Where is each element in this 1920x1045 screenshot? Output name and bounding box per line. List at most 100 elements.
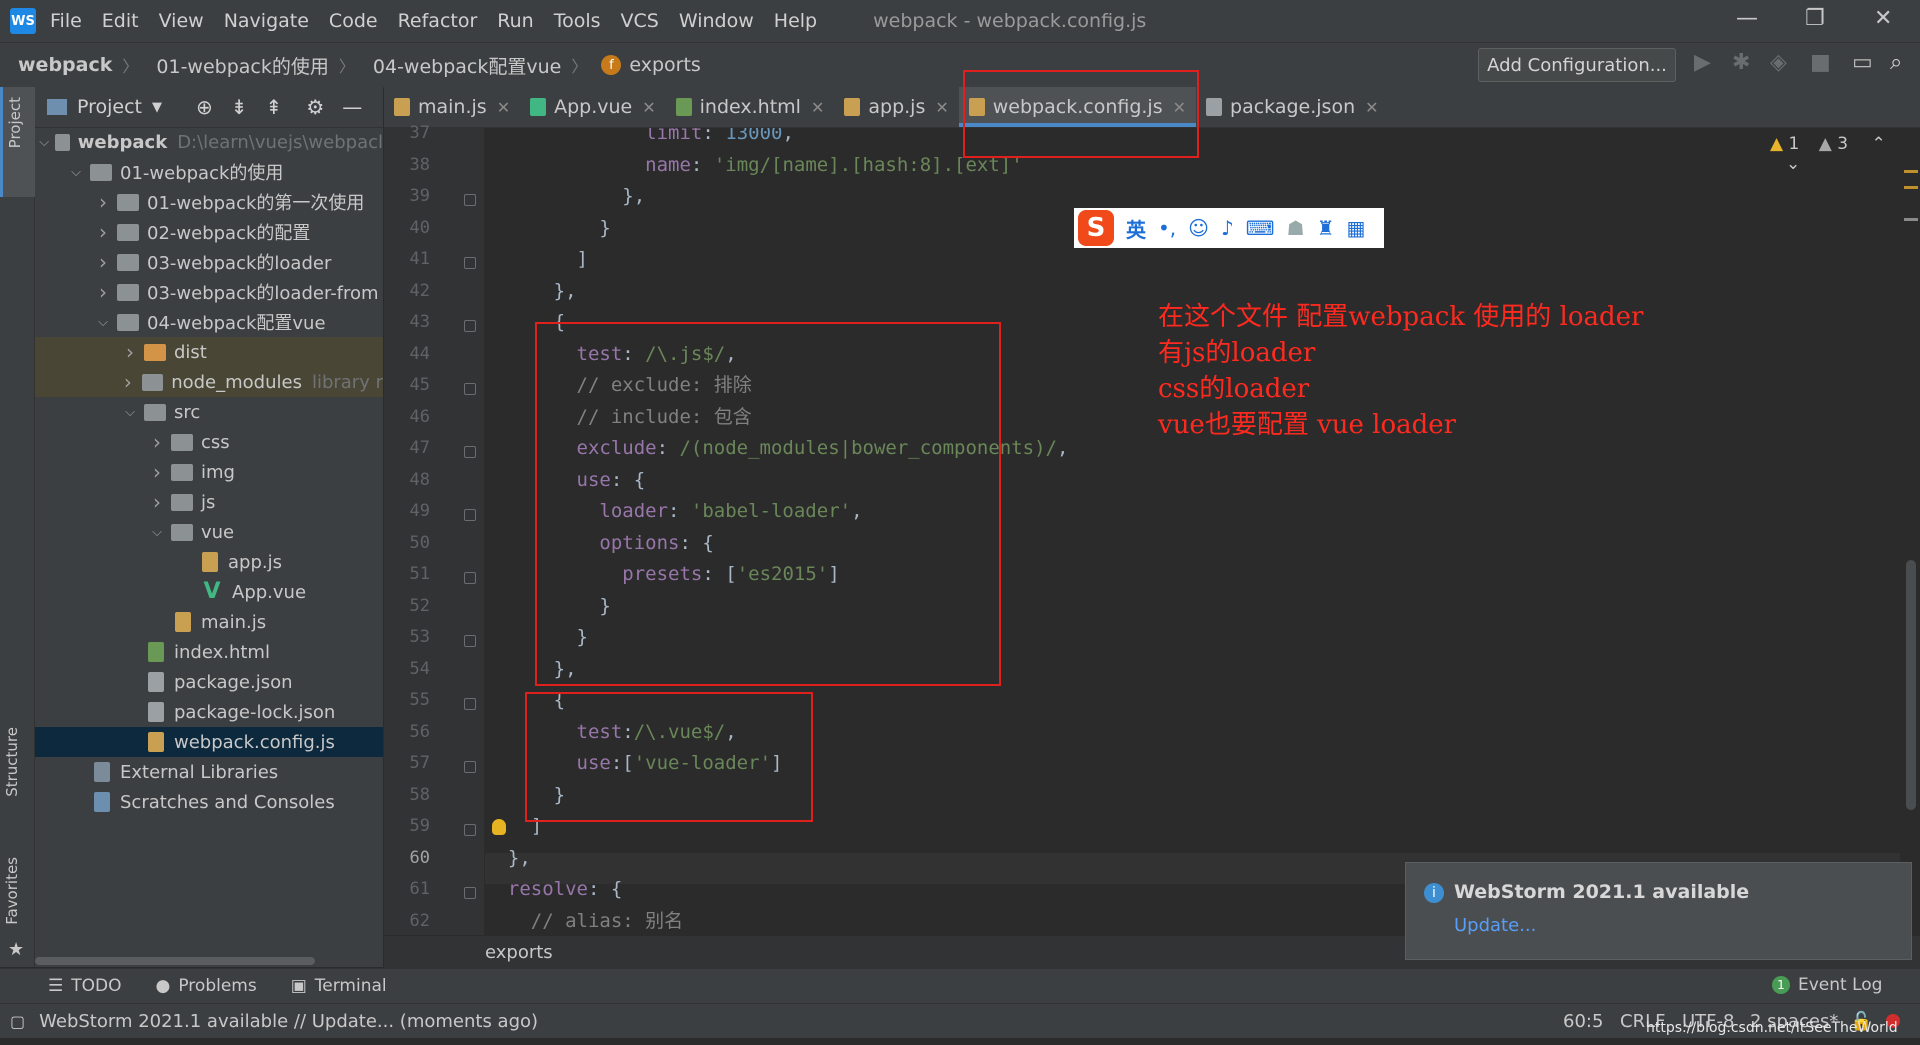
chevron-down-icon[interactable]: ⌵: [95, 315, 111, 330]
editor-tab[interactable]: main.js ✕: [384, 87, 520, 127]
line-number[interactable]: 58: [384, 785, 430, 805]
chevron-up-icon[interactable]: ⌃: [1871, 134, 1885, 154]
tree-item[interactable]: package.json: [35, 667, 383, 697]
restore-icon[interactable]: ❐: [1805, 6, 1825, 31]
tree-item[interactable]: ⌵ webpack D:\learn\vuejs\webpacl: [35, 127, 383, 157]
tree-item[interactable]: package-lock.json: [35, 697, 383, 727]
ime-language[interactable]: 英: [1126, 214, 1146, 243]
close-tab-icon[interactable]: ✕: [935, 98, 948, 117]
chevron-down-icon[interactable]: ⌵: [149, 525, 165, 540]
close-icon[interactable]: ✕: [1874, 6, 1892, 31]
line-number[interactable]: 61: [384, 879, 430, 899]
tree-item[interactable]: External Libraries: [35, 757, 383, 787]
fold-marker-icon[interactable]: [464, 446, 476, 458]
tree-item[interactable]: › 01-webpack的第一次使用: [35, 187, 383, 217]
tree-item[interactable]: › 03-webpack的loader: [35, 247, 383, 277]
line-number[interactable]: 48: [384, 470, 430, 490]
editor-tab[interactable]: index.html ✕: [666, 87, 835, 127]
line-number[interactable]: 42: [384, 281, 430, 301]
run-icon[interactable]: ▶: [1694, 50, 1711, 75]
tree-item[interactable]: › dist: [35, 337, 383, 367]
search-icon[interactable]: ⌕: [1890, 50, 1902, 75]
line-number[interactable]: 50: [384, 533, 430, 553]
line-number[interactable]: 46: [384, 407, 430, 427]
line-number[interactable]: 54: [384, 659, 430, 679]
line-number[interactable]: 39: [384, 186, 430, 206]
line-number[interactable]: 55: [384, 690, 430, 710]
fold-marker-icon[interactable]: [464, 572, 476, 584]
ime-toolbar[interactable]: S 英 •, ☺ ♪ ⌨ ☗ ♜ ▦: [1074, 208, 1384, 248]
smile-icon[interactable]: ☺: [1188, 216, 1209, 240]
tree-item[interactable]: index.html: [35, 637, 383, 667]
close-tab-icon[interactable]: ✕: [642, 98, 655, 117]
menu-file[interactable]: File: [50, 10, 82, 32]
stop-icon[interactable]: ■: [1810, 50, 1831, 75]
tree-item[interactable]: ⌵ 04-webpack配置vue: [35, 307, 383, 337]
problems-tool-button[interactable]: ● Problems: [156, 976, 257, 996]
fold-marker-icon[interactable]: [464, 257, 476, 269]
chevron-down-icon[interactable]: ⌵: [39, 135, 49, 150]
hide-icon[interactable]: —: [342, 95, 362, 119]
tree-item[interactable]: › img: [35, 457, 383, 487]
fold-marker-icon[interactable]: [464, 383, 476, 395]
breadcrumb-project[interactable]: webpack: [18, 54, 112, 76]
fold-marker-icon[interactable]: [464, 320, 476, 332]
line-number[interactable]: 47: [384, 438, 430, 458]
editor-tab[interactable]: App.vue ✕: [520, 87, 666, 127]
tree-horizontal-scrollbar[interactable]: [35, 957, 315, 965]
line-number[interactable]: 59: [384, 816, 430, 836]
gear-icon[interactable]: ⚙: [306, 95, 324, 119]
menu-vcs[interactable]: VCS: [621, 10, 659, 32]
line-number[interactable]: 38: [384, 155, 430, 175]
event-log-button[interactable]: 1 Event Log: [1772, 975, 1882, 995]
chevron-down-icon[interactable]: ▼: [152, 100, 162, 115]
status-toggle-icon[interactable]: ▢: [10, 1012, 25, 1031]
layout-icon[interactable]: ▭: [1852, 50, 1873, 75]
line-number[interactable]: 52: [384, 596, 430, 616]
menu-navigate[interactable]: Navigate: [224, 10, 309, 32]
chevron-right-icon[interactable]: ›: [122, 340, 138, 364]
line-number[interactable]: 62: [384, 911, 430, 931]
debug-icon[interactable]: ✱: [1732, 50, 1750, 75]
chevron-down-icon[interactable]: ⌄: [1786, 154, 1800, 174]
status-message[interactable]: WebStorm 2021.1 available // Update... (…: [39, 1011, 538, 1032]
add-configuration-button[interactable]: Add Configuration...: [1478, 48, 1676, 82]
fold-marker-icon[interactable]: [464, 509, 476, 521]
favorites-tab-label[interactable]: Favorites: [3, 857, 21, 925]
line-number[interactable]: 51: [384, 564, 430, 584]
grid-icon[interactable]: ▦: [1347, 216, 1366, 240]
breadcrumb-symbol[interactable]: exports: [629, 54, 700, 76]
fold-marker-icon[interactable]: [464, 824, 476, 836]
user-icon[interactable]: ☗: [1287, 216, 1305, 240]
menu-window[interactable]: Window: [679, 10, 754, 32]
error-stripe-mark[interactable]: [1904, 186, 1918, 189]
tree-item[interactable]: › 02-webpack的配置: [35, 217, 383, 247]
error-stripe-mark[interactable]: [1904, 218, 1918, 221]
minimize-icon[interactable]: —: [1736, 6, 1758, 31]
shirt-icon[interactable]: ♜: [1317, 216, 1335, 240]
chevron-down-icon[interactable]: ⌵: [68, 165, 84, 180]
editor-vertical-scrollbar[interactable]: [1906, 560, 1916, 810]
keyboard-icon[interactable]: ⌨: [1246, 216, 1275, 240]
line-number[interactable]: 37: [384, 123, 430, 143]
line-number[interactable]: 45: [384, 375, 430, 395]
fold-marker-icon[interactable]: [464, 887, 476, 899]
tree-item[interactable]: main.js: [35, 607, 383, 637]
close-tab-icon[interactable]: ✕: [1365, 98, 1378, 117]
tree-item[interactable]: ⌵ vue: [35, 517, 383, 547]
close-tab-icon[interactable]: ✕: [811, 98, 824, 117]
menu-tools[interactable]: Tools: [554, 10, 601, 32]
tree-item[interactable]: V App.vue: [35, 577, 383, 607]
error-stripe-mark[interactable]: [1904, 170, 1918, 173]
chevron-right-icon[interactable]: ›: [95, 280, 111, 304]
update-link[interactable]: Update...: [1454, 915, 1536, 936]
menu-view[interactable]: View: [159, 10, 204, 32]
coverage-icon[interactable]: ◈: [1770, 50, 1787, 75]
tree-item[interactable]: › node_modules library r: [35, 367, 383, 397]
fold-marker-icon[interactable]: [464, 761, 476, 773]
menu-refactor[interactable]: Refactor: [398, 10, 478, 32]
collapse-all-icon[interactable]: ⇞: [266, 95, 283, 119]
terminal-tool-button[interactable]: ▣ Terminal: [291, 976, 387, 996]
line-number[interactable]: 57: [384, 753, 430, 773]
ime-punctuation[interactable]: •,: [1158, 216, 1176, 240]
